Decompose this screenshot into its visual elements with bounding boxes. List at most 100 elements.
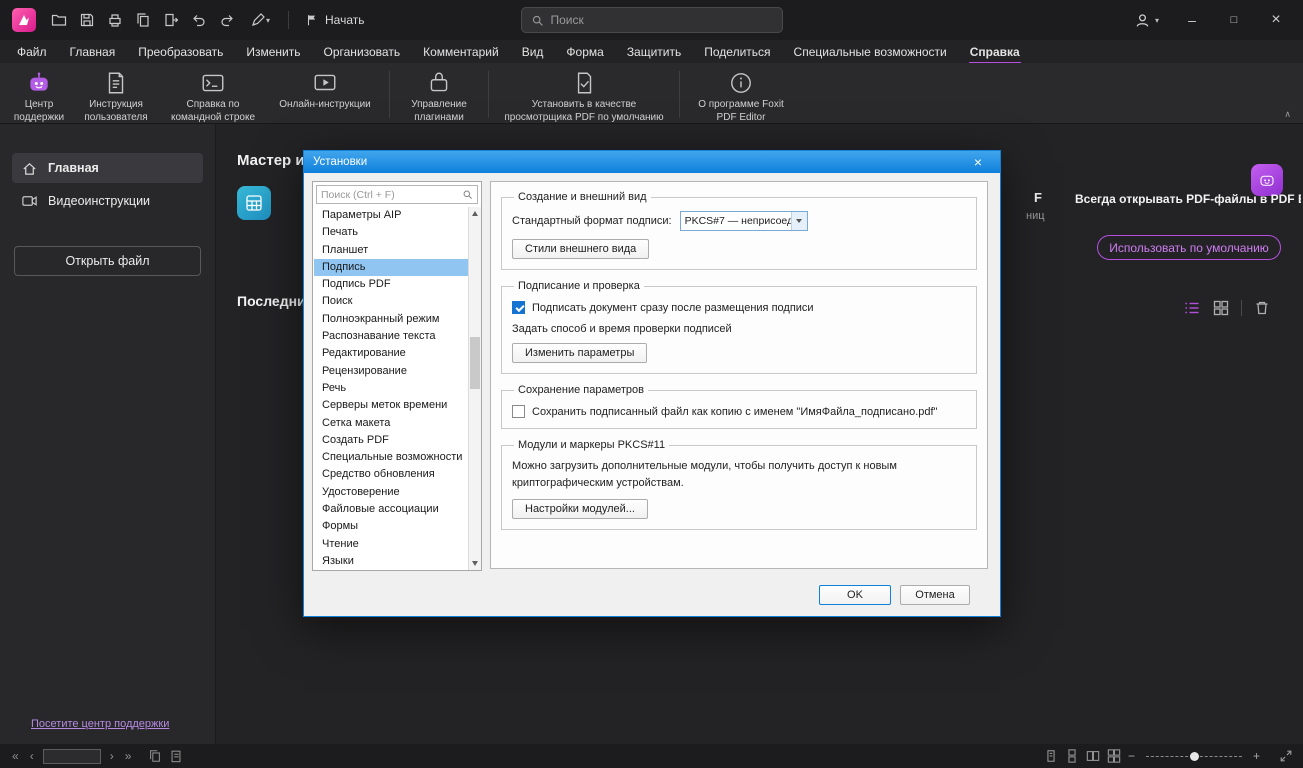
- category-search-input[interactable]: [321, 189, 458, 201]
- save-copy-checkbox[interactable]: [512, 405, 525, 418]
- menu-file[interactable]: Файл: [16, 42, 48, 62]
- appearance-styles-button[interactable]: Стили внешнего вида: [512, 239, 649, 259]
- category-item[interactable]: Речь: [314, 380, 468, 397]
- category-search[interactable]: [316, 185, 478, 204]
- cancel-button[interactable]: Отмена: [900, 585, 970, 605]
- account-button[interactable]: ▾: [1128, 10, 1165, 31]
- module-settings-button[interactable]: Настройки модулей...: [512, 499, 648, 519]
- zoom-slider[interactable]: [1146, 756, 1242, 757]
- continuous-view-icon[interactable]: [1065, 749, 1079, 763]
- next-page-icon[interactable]: ›: [108, 749, 116, 763]
- zoom-in-icon[interactable]: +: [1253, 749, 1260, 763]
- menu-view[interactable]: Вид: [521, 42, 545, 62]
- category-item[interactable]: Распознавание текста: [314, 328, 468, 345]
- category-item[interactable]: Параметры AIP: [314, 207, 468, 224]
- category-item[interactable]: Печать: [314, 224, 468, 241]
- category-item[interactable]: Серверы меток времени: [314, 397, 468, 414]
- save-icon[interactable]: [74, 8, 100, 32]
- last-page-icon[interactable]: »: [123, 749, 134, 763]
- menu-convert[interactable]: Преобразовать: [137, 42, 224, 62]
- menu-accessibility[interactable]: Специальные возможности: [793, 42, 948, 62]
- ribbon-manage-plugins[interactable]: Управление плагинами: [395, 66, 483, 126]
- menu-form[interactable]: Форма: [565, 42, 604, 62]
- category-item[interactable]: Средство обновления: [314, 466, 468, 483]
- maximize-button[interactable]: □: [1219, 7, 1249, 33]
- support-center-link[interactable]: Посетите центр поддержки: [31, 718, 169, 730]
- category-item[interactable]: Формы: [314, 518, 468, 535]
- category-item[interactable]: Подпись PDF: [314, 276, 468, 293]
- grid-view-icon[interactable]: [1212, 299, 1230, 317]
- open-file-button[interactable]: Открыть файл: [14, 246, 201, 276]
- menu-help[interactable]: Справка: [969, 42, 1021, 62]
- ribbon-set-default-viewer[interactable]: Установить в качестве просмотрщика PDF п…: [494, 66, 674, 126]
- sidebar-item-video-tutorials[interactable]: Видеоинструкции: [12, 186, 203, 216]
- combobox-dropdown-button[interactable]: [791, 212, 807, 230]
- signature-format-combobox[interactable]: PKCS#7 — неприсоедине: [680, 211, 808, 231]
- zoom-out-icon[interactable]: −: [1128, 749, 1135, 763]
- scrollbar-thumb[interactable]: [470, 337, 480, 389]
- facing-continuous-view-icon[interactable]: [1107, 749, 1121, 763]
- ribbon-online-tutorials[interactable]: Онлайн-инструкции: [266, 66, 384, 114]
- menu-comment[interactable]: Комментарий: [422, 42, 500, 62]
- export-page-icon[interactable]: [158, 8, 184, 32]
- category-item[interactable]: Файловые ассоциации: [314, 501, 468, 518]
- ribbon-about[interactable]: О программе Foxit PDF Editor: [685, 66, 797, 126]
- ok-button[interactable]: OK: [819, 585, 891, 605]
- category-item[interactable]: Создать PDF: [314, 432, 468, 449]
- snapshot-icon[interactable]: [148, 749, 162, 763]
- dialog-close-icon[interactable]: ×: [965, 151, 991, 173]
- menu-protect[interactable]: Защитить: [626, 42, 682, 62]
- dialog-titlebar[interactable]: Установки ×: [304, 151, 1000, 173]
- first-page-icon[interactable]: «: [10, 749, 21, 763]
- fullscreen-icon[interactable]: [1279, 749, 1293, 763]
- category-item-selected[interactable]: Подпись: [314, 259, 468, 276]
- search-input[interactable]: [551, 13, 773, 27]
- category-item[interactable]: Рецензирование: [314, 363, 468, 380]
- clipboard-icon[interactable]: [169, 749, 183, 763]
- category-item[interactable]: Редактирование: [314, 345, 468, 362]
- undo-icon[interactable]: [186, 8, 212, 32]
- signature-tool-icon[interactable]: ▾: [242, 8, 278, 32]
- previous-page-icon[interactable]: ‹: [28, 749, 36, 763]
- collapse-ribbon-icon[interactable]: ∧: [1284, 109, 1291, 120]
- menu-share[interactable]: Поделиться: [703, 42, 771, 62]
- category-item[interactable]: Полноэкранный режим: [314, 311, 468, 328]
- menu-home[interactable]: Главная: [69, 42, 117, 62]
- auto-sign-checkbox[interactable]: [512, 301, 525, 314]
- scroll-up-icon[interactable]: [469, 207, 481, 219]
- single-page-view-icon[interactable]: [1044, 749, 1058, 763]
- print-icon[interactable]: [102, 8, 128, 32]
- page-number-input[interactable]: [43, 749, 101, 764]
- redo-icon[interactable]: [214, 8, 240, 32]
- facing-view-icon[interactable]: [1086, 749, 1100, 763]
- menu-edit[interactable]: Изменить: [245, 42, 301, 62]
- category-item[interactable]: Сетка макета: [314, 415, 468, 432]
- use-default-button[interactable]: Использовать по умолчанию: [1097, 235, 1281, 260]
- category-item[interactable]: Языки: [314, 553, 468, 570]
- start-button[interactable]: Начать: [299, 11, 371, 29]
- menu-organize[interactable]: Организовать: [323, 42, 402, 62]
- category-item[interactable]: Поиск: [314, 293, 468, 310]
- zoom-slider-knob[interactable]: [1190, 752, 1199, 761]
- open-folder-icon[interactable]: [46, 8, 72, 32]
- global-search[interactable]: [521, 7, 783, 33]
- category-item[interactable]: Удостоверение: [314, 484, 468, 501]
- ribbon-cmdline-help[interactable]: Справка по командной строке: [160, 66, 266, 126]
- video-tutorial-icon: [312, 70, 338, 96]
- category-item[interactable]: Планшет: [314, 242, 468, 259]
- category-scrollbar[interactable]: [468, 207, 481, 570]
- ribbon-support-center[interactable]: Центр поддержки: [6, 66, 72, 126]
- tool-wizard-icon[interactable]: [237, 186, 271, 220]
- category-item[interactable]: Чтение: [314, 536, 468, 553]
- close-button[interactable]: ×: [1261, 7, 1291, 33]
- start-label: Начать: [325, 13, 365, 27]
- minimize-button[interactable]: –: [1177, 7, 1207, 33]
- change-settings-button[interactable]: Изменить параметры: [512, 343, 647, 363]
- copy-pages-icon[interactable]: [130, 8, 156, 32]
- trash-icon[interactable]: [1253, 299, 1271, 317]
- ribbon-user-manual[interactable]: Инструкция пользователя: [72, 66, 160, 126]
- list-view-icon[interactable]: [1183, 299, 1201, 317]
- scroll-down-icon[interactable]: [469, 219, 481, 231]
- sidebar-item-home[interactable]: Главная: [12, 153, 203, 183]
- category-item[interactable]: Специальные возможности: [314, 449, 468, 466]
